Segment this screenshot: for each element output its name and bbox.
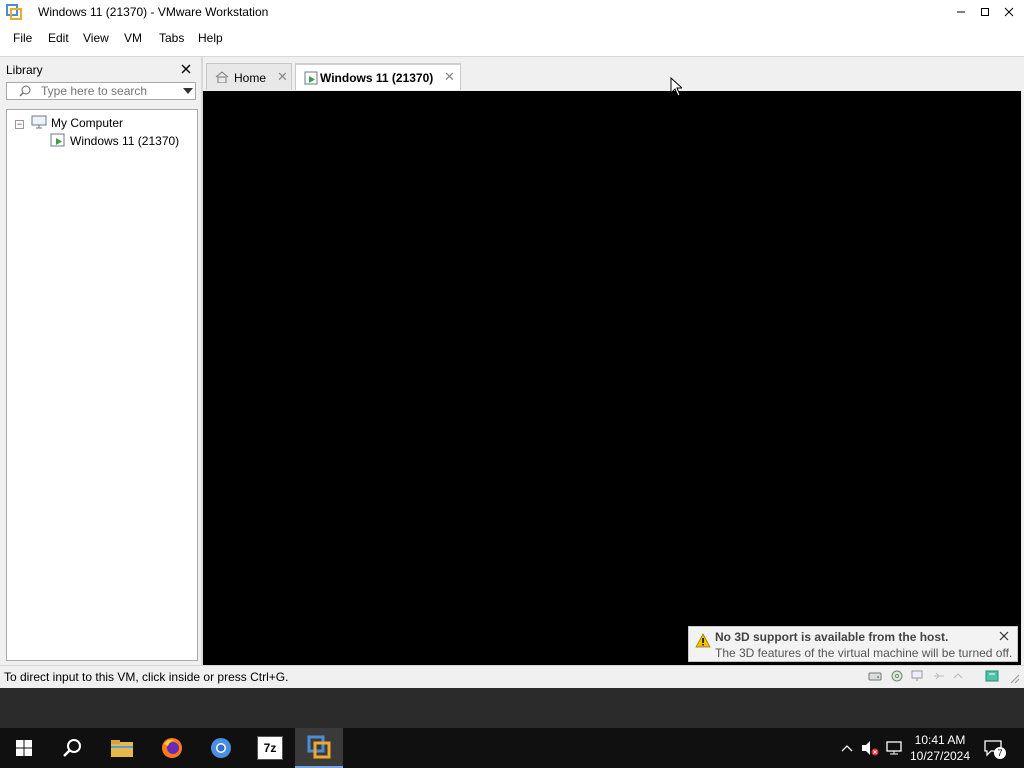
tab-label: Windows 11 (21370) <box>320 71 434 85</box>
tab-home[interactable]: Home ✕ <box>206 63 292 90</box>
clock-time: 10:41 AM <box>914 733 966 747</box>
network-icon[interactable] <box>885 739 903 757</box>
tree-item-label: Windows 11 (21370) <box>70 134 180 148</box>
tab-label: Home <box>234 71 267 85</box>
computer-icon <box>31 115 47 132</box>
tab-close-icon[interactable]: ✕ <box>444 69 455 85</box>
7zip-label: 7z <box>257 736 283 760</box>
start-icon[interactable] <box>0 728 48 768</box>
chevron-up-icon[interactable] <box>838 739 856 757</box>
library-close-icon[interactable] <box>181 61 191 77</box>
notification-count-badge: 7 <box>994 747 1006 759</box>
notification-banner: No 3D support is available from the host… <box>688 626 1018 662</box>
minimize-icon[interactable] <box>949 0 973 24</box>
search-icon <box>19 85 31 100</box>
chrome-icon[interactable] <box>197 728 245 768</box>
menu-bar: File Edit View VM Tabs Help <box>0 24 1024 57</box>
notification-text: The 3D features of the virtual machine w… <box>715 646 1013 660</box>
vm-running-icon <box>304 71 318 88</box>
vmware-icon[interactable] <box>295 728 343 768</box>
desktop-background <box>0 688 1024 728</box>
usb-icon[interactable] <box>932 670 946 682</box>
tree-item-label: My Computer <box>51 116 124 130</box>
menu-tabs[interactable]: Tabs <box>159 31 184 45</box>
clock-date: 10/27/2024 <box>909 749 971 763</box>
collapse-icon[interactable]: − <box>15 120 24 129</box>
file-explorer-icon[interactable] <box>98 728 146 768</box>
library-panel: Library − My Computer Windows 11 (21370) <box>0 57 201 665</box>
cd-rom-icon[interactable] <box>890 670 904 682</box>
tab-strip: Home ✕ Windows 11 (21370) ✕ <box>203 57 1024 91</box>
vm-running-icon <box>50 133 66 150</box>
library-search[interactable] <box>6 82 196 100</box>
warning-icon <box>695 633 711 651</box>
tab-vm[interactable]: Windows 11 (21370) ✕ <box>295 63 461 90</box>
message-log-icon[interactable] <box>985 670 999 682</box>
window-title: Windows 11 (21370) - VMware Workstation <box>38 5 269 19</box>
speaker-muted-icon[interactable] <box>861 739 879 757</box>
library-tree: − My Computer Windows 11 (21370) <box>6 109 198 661</box>
notification-title: No 3D support is available from the host… <box>715 630 949 644</box>
network-icon[interactable] <box>910 670 924 682</box>
hard-disk-icon[interactable] <box>868 670 882 682</box>
library-title: Library <box>6 63 43 77</box>
search-icon[interactable] <box>48 728 96 768</box>
menu-edit[interactable]: Edit <box>48 31 69 45</box>
close-icon[interactable] <box>999 628 1009 644</box>
close-icon[interactable] <box>997 0 1021 24</box>
sound-icon[interactable] <box>952 670 966 682</box>
status-bar: To direct input to this VM, click inside… <box>0 665 1024 688</box>
tab-close-icon[interactable]: ✕ <box>277 69 288 85</box>
status-text: To direct input to this VM, click inside… <box>4 670 289 684</box>
home-icon <box>215 71 229 86</box>
chevron-down-icon[interactable] <box>183 88 193 94</box>
7zip-icon[interactable]: 7z <box>246 728 294 768</box>
menu-help[interactable]: Help <box>198 31 223 45</box>
title-bar: Windows 11 (21370) - VMware Workstation <box>0 0 1024 24</box>
resize-grip-icon[interactable] <box>1008 672 1022 684</box>
taskbar-clock[interactable]: 10:41 AM 10/27/2024 <box>906 732 974 764</box>
maximize-icon[interactable] <box>973 0 997 24</box>
taskbar: 7z 10:41 AM 10/27/2024 7 <box>0 728 1024 768</box>
mouse-cursor-icon <box>670 76 684 100</box>
vmware-app-icon <box>6 4 22 20</box>
menu-file[interactable]: File <box>13 31 32 45</box>
action-center-icon[interactable]: 7 <box>983 739 1006 759</box>
vm-console[interactable] <box>203 91 1021 665</box>
menu-vm[interactable]: VM <box>124 31 142 45</box>
menu-view[interactable]: View <box>83 31 109 45</box>
firefox-icon[interactable] <box>148 728 196 768</box>
library-search-input[interactable] <box>41 84 171 98</box>
